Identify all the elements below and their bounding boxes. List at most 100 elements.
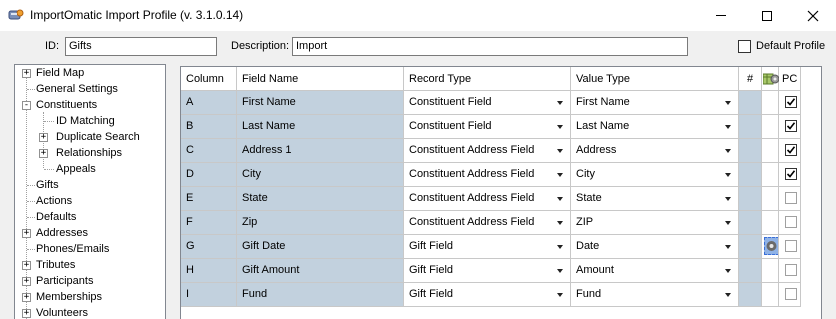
record-type-dropdown[interactable]: Constituent Address Field xyxy=(404,211,571,235)
column-header-column[interactable]: Column xyxy=(181,67,237,91)
chevron-down-icon[interactable] xyxy=(557,173,563,177)
maximize-button[interactable] xyxy=(744,0,790,31)
settings-cell[interactable] xyxy=(762,283,779,307)
chevron-down-icon[interactable] xyxy=(725,221,731,225)
chevron-down-icon[interactable] xyxy=(557,197,563,201)
chevron-down-icon[interactable] xyxy=(557,269,563,273)
value-type-dropdown[interactable]: State xyxy=(571,187,739,211)
id-input[interactable]: Gifts xyxy=(65,37,217,56)
settings-tree[interactable]: + Field Map General Settings - Constitue… xyxy=(14,64,166,319)
collapse-icon[interactable]: - xyxy=(22,101,31,110)
settings-cell[interactable] xyxy=(762,115,779,139)
value-type-dropdown-text: State xyxy=(576,192,602,204)
chevron-down-icon[interactable] xyxy=(725,125,731,129)
value-type-dropdown[interactable]: Fund xyxy=(571,283,739,307)
pc-checkbox[interactable] xyxy=(785,120,797,132)
settings-cell[interactable] xyxy=(762,91,779,115)
value-type-dropdown[interactable]: Amount xyxy=(571,259,739,283)
tree-item-memberships[interactable]: + Memberships xyxy=(15,289,165,305)
column-header-record-type[interactable]: Record Type xyxy=(404,67,571,91)
tree-item-tributes[interactable]: + Tributes xyxy=(15,257,165,273)
settings-cell[interactable] xyxy=(762,211,779,235)
chevron-down-icon[interactable] xyxy=(557,293,563,297)
pc-checkbox[interactable] xyxy=(785,144,797,156)
chevron-down-icon[interactable] xyxy=(557,101,563,105)
pc-checkbox[interactable] xyxy=(785,192,797,204)
settings-cell[interactable] xyxy=(762,139,779,163)
chevron-down-icon[interactable] xyxy=(725,269,731,273)
tree-item-general-settings[interactable]: General Settings xyxy=(15,81,165,97)
minimize-button[interactable] xyxy=(698,0,744,31)
column-header-field-name[interactable]: Field Name xyxy=(237,67,404,91)
chevron-down-icon[interactable] xyxy=(725,149,731,153)
column-cell-text: A xyxy=(186,96,194,108)
record-type-dropdown-text: Gift Field xyxy=(409,264,454,276)
tree-item-participants[interactable]: + Participants xyxy=(15,273,165,289)
settings-cell[interactable] xyxy=(762,163,779,187)
settings-cell[interactable] xyxy=(762,235,779,259)
record-type-dropdown[interactable]: Gift Field xyxy=(404,259,571,283)
chevron-down-icon[interactable] xyxy=(725,101,731,105)
column-header-value-type[interactable]: Value Type xyxy=(571,67,739,91)
description-input[interactable]: Import xyxy=(292,37,688,56)
expand-icon[interactable]: + xyxy=(22,229,31,238)
column-header-pc[interactable]: PC xyxy=(779,67,801,91)
tree-item-volunteers[interactable]: + Volunteers xyxy=(15,305,165,319)
value-type-dropdown[interactable]: City xyxy=(571,163,739,187)
pc-checkbox[interactable] xyxy=(785,288,797,300)
hash-cell xyxy=(739,211,762,235)
tree-item-actions[interactable]: Actions xyxy=(15,193,165,209)
pc-checkbox[interactable] xyxy=(785,168,797,180)
value-type-dropdown[interactable]: First Name xyxy=(571,91,739,115)
record-type-dropdown[interactable]: Constituent Field xyxy=(404,115,571,139)
record-type-dropdown[interactable]: Constituent Address Field xyxy=(404,139,571,163)
chevron-down-icon[interactable] xyxy=(557,149,563,153)
gear-icon[interactable] xyxy=(764,237,778,255)
tree-item-gifts[interactable]: Gifts xyxy=(15,177,165,193)
column-header-hash[interactable]: # xyxy=(739,67,762,91)
default-profile-checkbox[interactable] xyxy=(738,40,751,53)
record-type-dropdown[interactable]: Constituent Address Field xyxy=(404,163,571,187)
tree-item-defaults[interactable]: Defaults xyxy=(15,209,165,225)
tree-item-id-matching[interactable]: ID Matching xyxy=(15,113,165,129)
record-type-dropdown[interactable]: Gift Field xyxy=(404,235,571,259)
tree-item-appeals[interactable]: Appeals xyxy=(15,161,165,177)
value-type-dropdown[interactable]: Address xyxy=(571,139,739,163)
expand-icon[interactable]: + xyxy=(39,149,48,158)
value-type-dropdown[interactable]: Date xyxy=(571,235,739,259)
pc-checkbox[interactable] xyxy=(785,240,797,252)
record-type-dropdown-text: Constituent Address Field xyxy=(409,192,535,204)
settings-cell[interactable] xyxy=(762,187,779,211)
expand-icon[interactable]: + xyxy=(22,277,31,286)
settings-cell[interactable] xyxy=(762,259,779,283)
expand-icon[interactable]: + xyxy=(22,293,31,302)
record-type-dropdown[interactable]: Gift Field xyxy=(404,283,571,307)
chevron-down-icon[interactable] xyxy=(557,221,563,225)
tree-item-constituents[interactable]: - Constituents xyxy=(15,97,165,113)
record-type-dropdown[interactable]: Constituent Field xyxy=(404,91,571,115)
close-button[interactable] xyxy=(790,0,836,31)
tree-item-relationships[interactable]: + Relationships xyxy=(15,145,165,161)
expand-icon[interactable]: + xyxy=(22,69,31,78)
expand-icon[interactable]: + xyxy=(22,309,31,318)
chevron-down-icon[interactable] xyxy=(557,245,563,249)
value-type-dropdown[interactable]: Last Name xyxy=(571,115,739,139)
tree-item-field-map[interactable]: + Field Map xyxy=(15,65,165,81)
expand-icon[interactable]: + xyxy=(22,261,31,270)
pc-checkbox[interactable] xyxy=(785,264,797,276)
pc-checkbox[interactable] xyxy=(785,96,797,108)
tree-item-addresses[interactable]: + Addresses xyxy=(15,225,165,241)
record-type-dropdown[interactable]: Constituent Address Field xyxy=(404,187,571,211)
value-type-dropdown[interactable]: ZIP xyxy=(571,211,739,235)
tree-item-duplicate-search[interactable]: + Duplicate Search xyxy=(15,129,165,145)
chevron-down-icon[interactable] xyxy=(725,197,731,201)
chevron-down-icon[interactable] xyxy=(725,293,731,297)
tree-item-phones-emails[interactable]: Phones/Emails xyxy=(15,241,165,257)
pc-checkbox[interactable] xyxy=(785,216,797,228)
expand-icon[interactable]: + xyxy=(39,133,48,142)
window-title: ImportOmatic Import Profile (v. 3.1.0.14… xyxy=(30,8,244,22)
chevron-down-icon[interactable] xyxy=(557,125,563,129)
chevron-down-icon[interactable] xyxy=(725,173,731,177)
column-header-settings[interactable] xyxy=(762,67,780,91)
chevron-down-icon[interactable] xyxy=(725,245,731,249)
